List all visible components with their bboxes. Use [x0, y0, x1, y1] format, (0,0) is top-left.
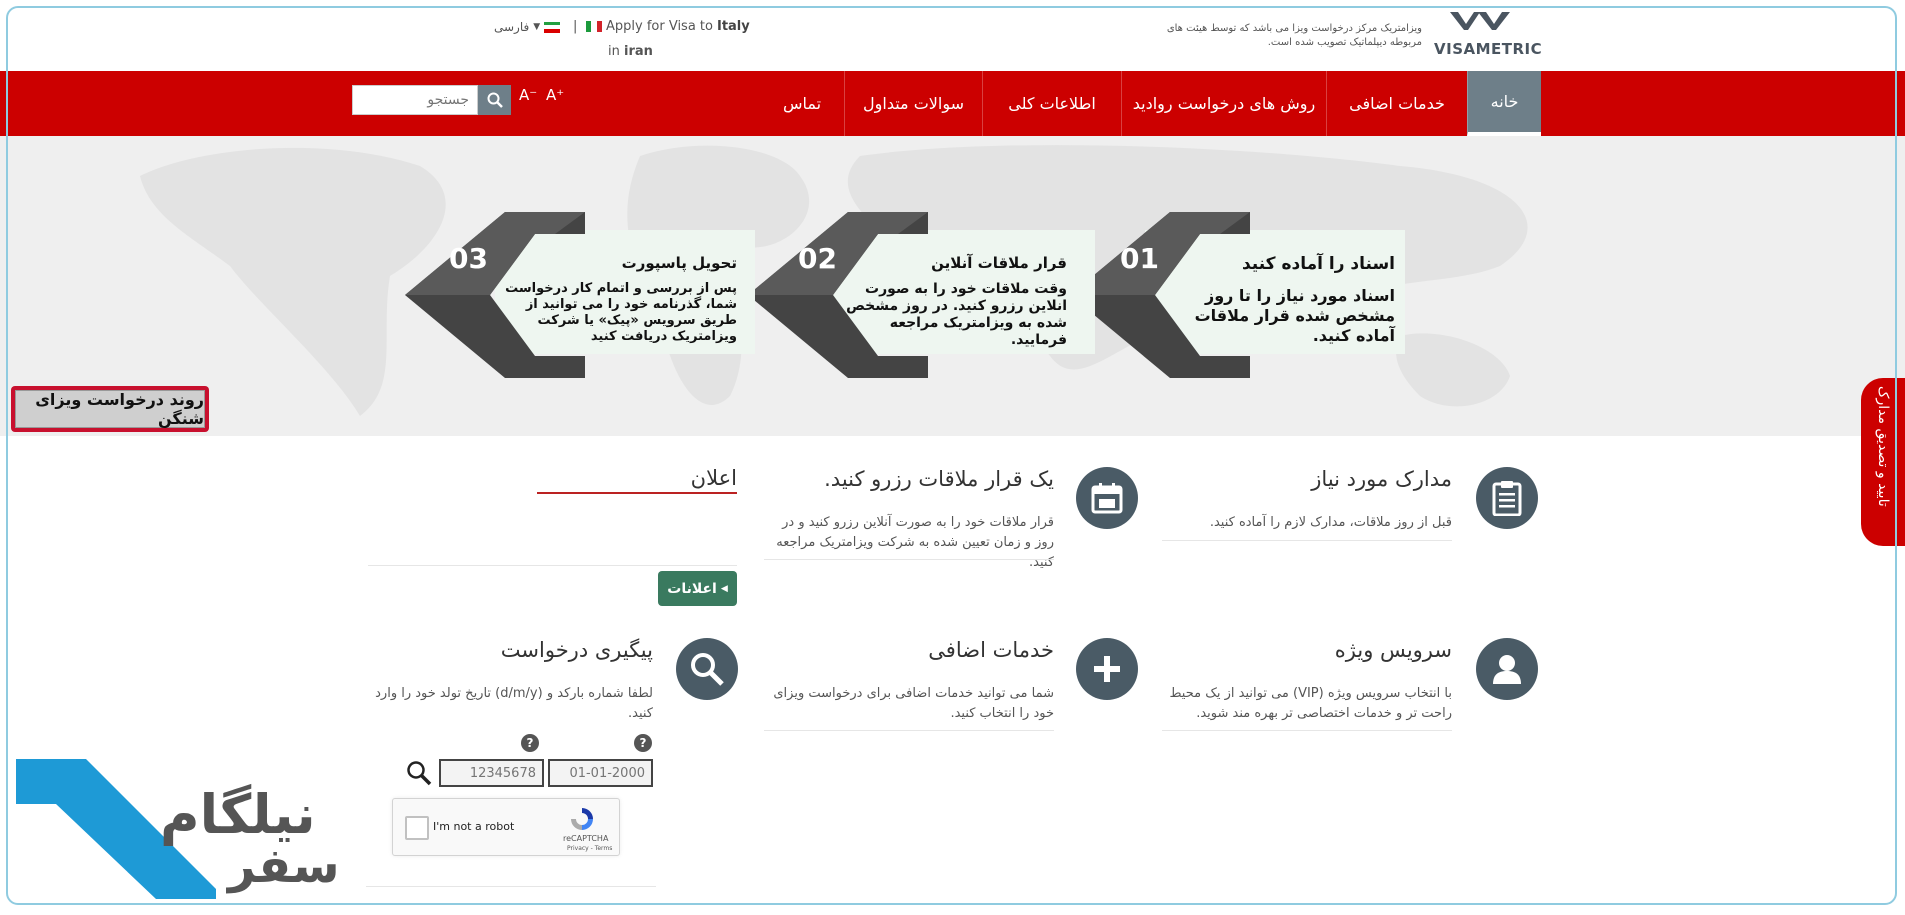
tracking-title: پیگیری درخواست	[500, 638, 653, 662]
recaptcha-terms[interactable]: Privacy - Terms	[567, 845, 612, 852]
announcements-title: اعلان	[537, 466, 737, 494]
language-selector[interactable]: ▼ فارسی	[494, 20, 561, 34]
step-2-title: قرار ملاقات آنلاین	[931, 254, 1067, 272]
nav-item-general-info[interactable]: اطلاعات کلی	[982, 71, 1121, 136]
barcode-help-icon[interactable]: ?	[521, 734, 539, 752]
appointment-title: یک قرار ملاقات رزرو کنید.	[824, 467, 1054, 491]
extra-services-body: شما می توانید خدمات اضافی برای درخواست و…	[773, 686, 1054, 721]
extra-services-icon-circle[interactable]	[1076, 638, 1138, 700]
apply-for-visa[interactable]: Apply for Visa to Italy	[586, 19, 750, 34]
vip-title: سرویس ویژه	[1334, 638, 1452, 662]
recaptcha-logo-icon	[571, 808, 593, 830]
font-decrease-button[interactable]: A⁻	[519, 86, 537, 104]
appointment-icon-circle[interactable]	[1076, 467, 1138, 529]
side-tab-label: تایید و تصدیق مدارک	[1875, 386, 1891, 507]
chevron-left-icon: ◀	[720, 583, 728, 594]
documents-body: قبل از روز ملاقات، مدارک لازم را آماده ک…	[1209, 515, 1452, 530]
appointment-divider	[764, 559, 1054, 560]
recaptcha-brand: reCAPTCHA	[563, 834, 609, 843]
logo-text: VISAMETRIC	[1434, 40, 1543, 58]
calendar-icon	[1091, 483, 1123, 514]
documents-title: مدارک مورد نیاز	[1311, 467, 1452, 491]
chevron-down-icon: ▼	[533, 22, 541, 32]
watermark-line-2: سفر	[228, 838, 340, 894]
apply-prefix: Apply for Visa to	[606, 19, 713, 34]
watermark-line-1: نیلگام	[160, 783, 316, 846]
step-1-title: اسناد را آماده کنید	[1241, 254, 1395, 274]
in-prefix: in	[608, 44, 620, 59]
tracking-icon-circle[interactable]	[676, 638, 738, 700]
apply-location: in iran	[608, 44, 653, 59]
header-separator: |	[573, 19, 578, 34]
logo-description: ویزامتریک مرکز درخواست ویزا می باشد که ت…	[1166, 23, 1422, 48]
apply-country: Italy	[716, 19, 750, 34]
appointment-body: قرار ملاقات خود را به صورت آنلاین رزرو ک…	[776, 515, 1054, 570]
language-label: فارسی	[494, 20, 530, 34]
tracking-body: لطفا شماره بارکد و (d/m/y) تاریخ تولد خو…	[375, 686, 653, 721]
documents-icon-circle[interactable]	[1476, 467, 1538, 529]
date-help-icon[interactable]: ?	[634, 734, 652, 752]
track-search-icon[interactable]	[406, 760, 432, 786]
main-nav: خانه خدمات اضافی روش های درخواست روادید …	[0, 71, 1905, 136]
step-1-number: 01	[1120, 242, 1159, 275]
plus-icon	[1094, 656, 1120, 682]
in-country: iran	[624, 44, 653, 59]
italy-flag-icon	[586, 21, 602, 32]
tracking-divider	[366, 886, 656, 887]
extra-services-divider	[764, 730, 1054, 731]
nav-item-extra-services[interactable]: خدمات اضافی	[1326, 71, 1467, 136]
top-bar: ویزامتریک مرکز درخواست ویزا می باشد که ت…	[0, 0, 1905, 71]
announcements-title-text: اعلان	[690, 466, 737, 490]
search-button[interactable]	[478, 85, 511, 115]
recaptcha-label: I'm not a robot	[433, 820, 515, 833]
search-icon	[691, 653, 724, 686]
extra-services-title: خدمات اضافی	[928, 638, 1054, 662]
user-icon	[1493, 655, 1521, 684]
announcements-button[interactable]: ◀ اعلانات	[658, 571, 737, 606]
vip-icon-circle[interactable]	[1476, 638, 1538, 700]
vip-divider	[1162, 730, 1452, 731]
iran-flag-icon	[544, 21, 561, 33]
barcode-input[interactable]	[439, 759, 544, 787]
shengen-process-label: روند درخواست ویزای شنگن	[15, 390, 205, 428]
visametric-logo[interactable]: VISAMETRIC	[1434, 10, 1542, 60]
font-increase-button[interactable]: A⁺	[546, 86, 564, 104]
announcements-button-label: اعلانات	[667, 580, 717, 597]
birthdate-input[interactable]	[548, 759, 653, 787]
step-2-number: 02	[798, 242, 837, 275]
step-1-body: اسناد مورد نیاز را تا روز مشخص شده قرار …	[1194, 286, 1395, 345]
document-verification-tab[interactable]: تایید و تصدیق مدارک	[1861, 378, 1905, 546]
nav-item-visa-methods[interactable]: روش های درخواست روادید	[1121, 71, 1326, 136]
step-3-body: پس از بررسی و اتمام کار درخواست شما، گذر…	[505, 281, 737, 344]
search-input[interactable]	[352, 85, 478, 115]
search-icon	[487, 92, 503, 108]
nav-item-faq[interactable]: سوالات متداول	[844, 71, 982, 136]
nav-item-home[interactable]: خانه	[1467, 71, 1541, 136]
clipboard-icon	[1492, 481, 1522, 516]
recaptcha-widget: I'm not a robot reCAPTCHA Privacy - Term…	[392, 798, 620, 856]
visametric-logo-icon	[1450, 12, 1510, 30]
vip-body: با انتخاب سرویس ویژه (VIP) می توانید از …	[1169, 686, 1452, 721]
announcements-divider	[368, 565, 737, 566]
step-3-number: 03	[449, 242, 488, 275]
shengen-process-button[interactable]: روند درخواست ویزای شنگن	[11, 386, 209, 432]
recaptcha-checkbox[interactable]	[405, 816, 429, 840]
documents-divider	[1162, 540, 1452, 541]
step-2-body: وقت ملاقات خود را به صورت انلاین رزرو کن…	[846, 281, 1067, 348]
step-3-title: تحویل پاسپورت	[621, 254, 737, 272]
nav-item-contact[interactable]: تماس	[760, 71, 844, 136]
